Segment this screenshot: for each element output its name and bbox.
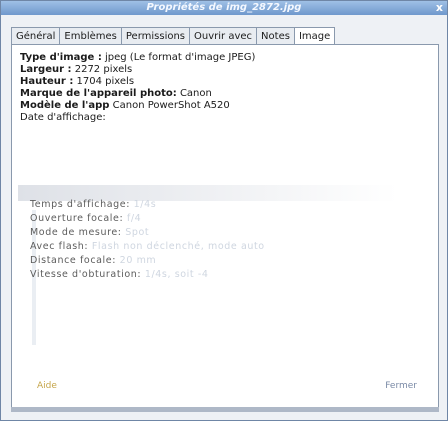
exif-value: 20 mm xyxy=(119,255,157,266)
exif-value: Flash non déclenché, mode auto xyxy=(91,241,265,252)
bottom-strip xyxy=(11,407,439,412)
image-type-row: Type d'image : jpeg (Le format d'image J… xyxy=(20,52,255,64)
window-title: Propriétés de img_2872.jpg xyxy=(146,2,302,13)
image-width-label: Largeur : xyxy=(20,64,72,75)
camera-model-value: Canon PowerShot A520 xyxy=(112,100,230,111)
tab-open-with[interactable]: Ouvrir avec xyxy=(189,27,257,45)
camera-make-label: Marque de l'appareil photo: xyxy=(20,88,177,99)
exif-label: Temps d'affichage: xyxy=(30,199,131,210)
camera-make-row: Marque de l'appareil photo: Canon xyxy=(20,88,255,100)
tab-emblems[interactable]: Emblèmes xyxy=(59,27,121,45)
tab-permissions[interactable]: Permissions xyxy=(120,27,190,45)
image-type-label: Type d'image : xyxy=(20,52,102,63)
help-button[interactable]: Aide xyxy=(37,381,57,391)
tab-image[interactable]: Image xyxy=(293,27,336,45)
tab-general[interactable]: Général xyxy=(11,27,60,45)
close-button[interactable]: Fermer xyxy=(385,381,417,391)
close-icon[interactable]: x xyxy=(436,1,443,15)
image-height-value: 1704 pixels xyxy=(76,76,135,87)
tab-bar: Général Emblèmes Permissions Ouvrir avec… xyxy=(11,27,336,45)
image-type-value: jpeg (Le format d'image JPEG) xyxy=(105,52,256,63)
exif-label: Vitesse d'obturation: xyxy=(30,269,142,280)
exif-value: f/4 xyxy=(126,213,142,224)
exif-label: Ouverture focale: xyxy=(30,213,124,224)
exif-row-metering: Mode de mesure: Spot xyxy=(30,226,422,240)
image-width-value: 2272 pixels xyxy=(74,64,133,75)
exif-label: Avec flash: xyxy=(30,241,89,252)
exif-row-focal: Distance focale: 20 mm xyxy=(30,254,422,268)
title-bar[interactable]: Propriétés de img_2872.jpg x xyxy=(1,1,447,15)
exif-row-exposure: Temps d'affichage: 1/4s xyxy=(30,198,422,212)
camera-model-label: Modèle de l'app xyxy=(20,100,110,111)
exif-value: 1/4s, soit -4 xyxy=(144,269,209,280)
date-row: Date d'affichage: xyxy=(20,112,255,124)
image-info: Type d'image : jpeg (Le format d'image J… xyxy=(20,52,255,124)
exif-value: Spot xyxy=(125,227,150,238)
date-label: Date d'affichage: xyxy=(20,112,106,123)
image-tab-panel: Type d'image : jpeg (Le format d'image J… xyxy=(11,44,439,412)
properties-window: Propriétés de img_2872.jpg x Général Emb… xyxy=(0,0,448,421)
image-height-row: Hauteur : 1704 pixels xyxy=(20,76,255,88)
exif-row-aperture: Ouverture focale: f/4 xyxy=(30,212,422,226)
exif-row-shutter: Vitesse d'obturation: 1/4s, soit -4 xyxy=(30,268,422,282)
camera-model-row: Modèle de l'app Canon PowerShot A520 xyxy=(20,100,255,112)
camera-make-value: Canon xyxy=(179,88,212,99)
exif-label: Distance focale: xyxy=(30,255,117,266)
image-height-label: Hauteur : xyxy=(20,76,74,87)
exif-label: Mode de mesure: xyxy=(30,227,122,238)
exif-details: Temps d'affichage: 1/4s Ouverture focale… xyxy=(30,198,422,282)
tab-notes[interactable]: Notes xyxy=(256,27,294,45)
exif-row-flash: Avec flash: Flash non déclenché, mode au… xyxy=(30,240,422,254)
image-width-row: Largeur : 2272 pixels xyxy=(20,64,255,76)
exif-value: 1/4s xyxy=(133,199,157,210)
